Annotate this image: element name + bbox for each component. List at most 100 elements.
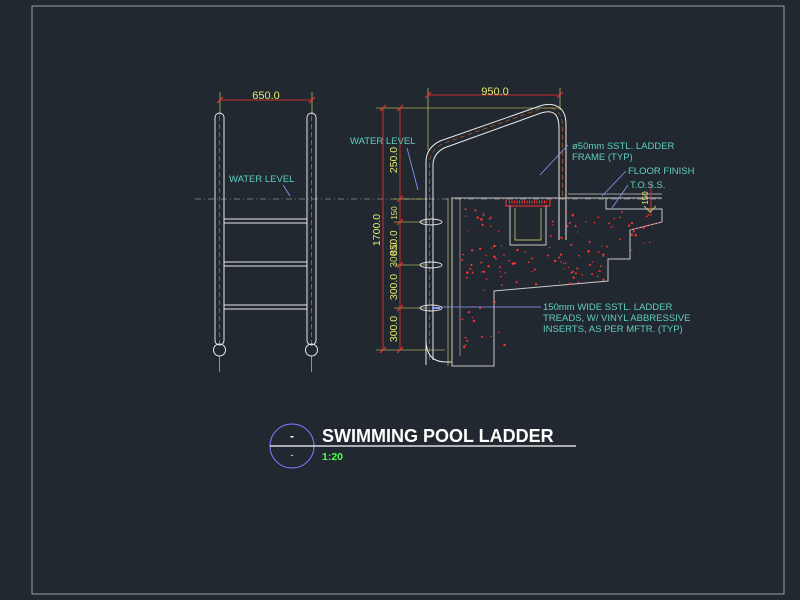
- concrete-dot: [593, 221, 596, 224]
- concrete-dot: [472, 319, 476, 323]
- concrete-dot: [482, 213, 485, 215]
- concrete-dot: [471, 316, 474, 319]
- concrete-dot: [619, 238, 622, 241]
- concrete-dot: [482, 214, 485, 217]
- concrete-dot: [493, 255, 496, 258]
- front-width-dim: 650.0: [252, 90, 280, 102]
- concrete-dot: [591, 261, 594, 263]
- callout-treads-line3: INSERTS, AS PER MFTR. (TYP): [543, 324, 683, 335]
- concrete-dot: [578, 254, 580, 257]
- concrete-dot: [574, 225, 577, 228]
- section-dim-small: 150: [390, 206, 399, 220]
- concrete-dot: [602, 255, 605, 257]
- concrete-dot: [466, 339, 469, 342]
- concrete-dot: [611, 225, 613, 228]
- concrete-dot: [598, 270, 600, 272]
- callout-floor-finish-leader: [601, 170, 627, 197]
- callout-frame-line1: ø50mm SSTL. LADDER: [572, 141, 675, 152]
- callout-floor-finish: FLOOR FINISH: [628, 166, 695, 177]
- concrete-dot: [464, 336, 467, 339]
- concrete-dot: [559, 253, 563, 256]
- callout-toss: T.O.S.S.: [630, 180, 665, 191]
- concrete-dot: [599, 270, 601, 273]
- concrete-dot: [558, 256, 561, 259]
- concrete-dot: [462, 345, 466, 349]
- concrete-dot: [478, 247, 482, 250]
- callout-toss-leader: [611, 184, 629, 209]
- concrete-dot: [648, 241, 651, 244]
- drawing-title: SWIMMING POOL LADDER: [322, 426, 554, 446]
- concrete-dot: [474, 209, 477, 212]
- concrete-dot: [576, 231, 579, 233]
- concrete-dot: [464, 215, 467, 218]
- concrete-dot: [645, 225, 648, 227]
- concrete-dot: [645, 215, 648, 218]
- section-dim-mid-tread: 300.0: [389, 242, 400, 267]
- concrete-dot: [497, 230, 500, 232]
- concrete-dot: [481, 335, 484, 338]
- concrete-dot: [469, 267, 472, 270]
- concrete-dot: [588, 240, 591, 243]
- concrete-dot: [464, 208, 467, 211]
- concrete-dot: [563, 268, 565, 270]
- front-water-level-leader: [282, 184, 291, 197]
- concrete-dot: [482, 289, 485, 291]
- concrete-dot: [553, 259, 557, 263]
- front-right-foot: [305, 343, 318, 357]
- concrete-dot: [620, 211, 623, 213]
- concrete-dot: [587, 249, 590, 253]
- concrete-dot: [558, 281, 560, 283]
- concrete-dot: [549, 234, 552, 237]
- concrete-dot: [643, 242, 645, 244]
- concrete-dot: [503, 253, 505, 256]
- concrete-dot: [630, 233, 634, 236]
- concrete-dot: [608, 222, 611, 225]
- front-left-foot: [213, 343, 226, 357]
- concrete-dot: [601, 245, 603, 247]
- concrete-dot: [576, 267, 579, 270]
- section-water-level-label: WATER LEVEL: [350, 136, 415, 147]
- callout-treads-line2: TREADS, W/ VINYL ABBRESSIVE: [543, 313, 690, 324]
- concrete-dot: [627, 224, 631, 227]
- concrete-dot: [501, 284, 503, 287]
- concrete-dot: [476, 216, 480, 219]
- concrete-dot: [581, 274, 583, 276]
- concrete-dot: [503, 343, 506, 347]
- section-recess-outer: [509, 205, 547, 246]
- concrete-dot: [487, 265, 490, 268]
- concrete-dot: [613, 217, 615, 220]
- title-block: - - SWIMMING POOL LADDER 1:20: [269, 423, 576, 469]
- front-tread-3: [223, 304, 308, 310]
- concrete-dot: [467, 230, 469, 232]
- callout-treads-line1: 150mm WIDE SSTL. LADDER: [543, 302, 672, 313]
- front-view: 650.0 WATER LEVEL: [213, 90, 318, 372]
- concrete-dot: [531, 270, 533, 273]
- concrete-dot: [560, 260, 562, 263]
- concrete-dot: [497, 331, 500, 334]
- concrete-dot: [466, 271, 469, 274]
- concrete-dot: [551, 220, 554, 223]
- concrete-dot: [570, 271, 573, 274]
- concrete-dot: [631, 249, 633, 251]
- pool-wall-concrete: [451, 197, 663, 367]
- concrete-dot: [467, 311, 470, 314]
- callout-frame-line2: FRAME (TYP): [572, 152, 633, 163]
- front-water-level-label: WATER LEVEL: [229, 174, 294, 185]
- concrete-dot: [462, 253, 464, 256]
- concrete-dot: [499, 271, 502, 273]
- drawing-scale: 1:20: [322, 451, 343, 463]
- section-recess-inner: [514, 208, 542, 241]
- concrete-dot: [524, 250, 527, 253]
- concrete-dot: [493, 244, 496, 248]
- concrete-dot: [547, 254, 550, 257]
- concrete-dot: [572, 276, 575, 279]
- section-dim-250: 250.0: [388, 147, 400, 173]
- concrete-dot: [489, 216, 492, 219]
- concrete-dot: [647, 214, 650, 216]
- concrete-dot: [568, 282, 571, 285]
- concrete-dot: [600, 265, 602, 268]
- concrete-dot: [632, 230, 635, 233]
- concrete-dot: [602, 278, 605, 281]
- concrete-dot: [565, 211, 568, 213]
- concrete-dot: [634, 233, 638, 237]
